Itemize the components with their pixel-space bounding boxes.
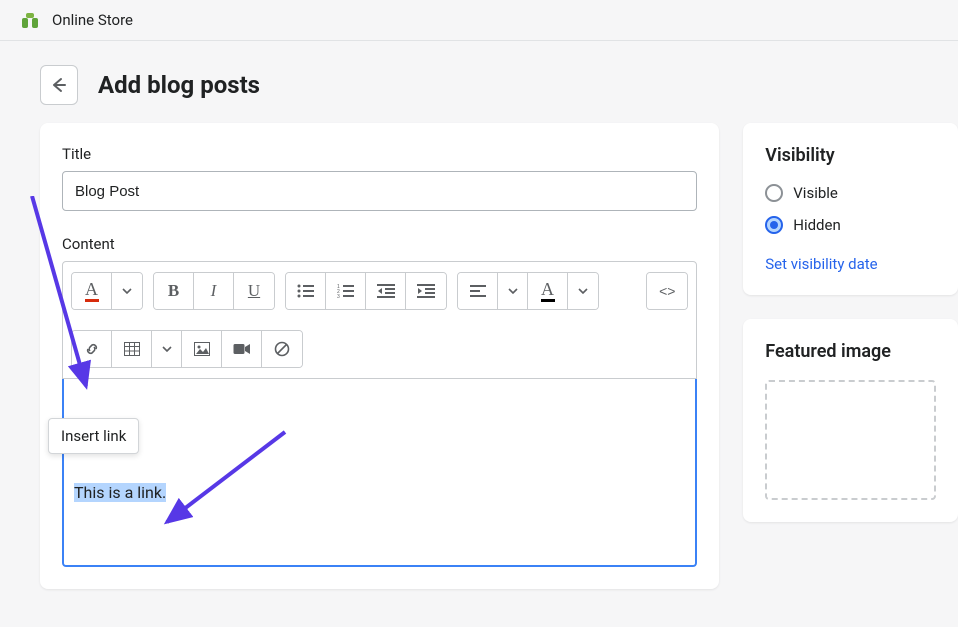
video-button[interactable] [222,331,262,367]
align-dropdown[interactable] [498,273,528,309]
clear-format-button[interactable] [262,331,302,367]
page-layout: Title Content A B I U [0,123,958,589]
featured-image-card: Featured image [743,319,958,522]
radio-icon [765,216,783,234]
outdent-button[interactable] [366,273,406,309]
font-family-dropdown[interactable] [112,273,142,309]
numbered-list-icon: 123 [337,284,355,298]
upload-zone[interactable] [765,380,936,500]
link-icon [83,340,101,358]
content-label: Content [62,235,697,253]
insert-group [71,330,303,368]
chevron-down-icon [508,288,518,294]
bold-button[interactable]: B [154,273,194,309]
code-button[interactable]: <> [647,273,687,309]
image-button[interactable] [182,331,222,367]
image-icon [194,342,210,356]
outdent-icon [377,284,395,298]
app-header-title: Online Store [52,11,133,29]
cancel-icon [274,341,290,357]
insert-link-tooltip: Insert link [48,418,139,454]
editor-content-line: This is a link. [74,483,685,502]
text-color-button[interactable]: A [528,273,568,309]
visibility-option-label: Visible [793,184,838,202]
bullet-list-icon [297,284,315,298]
store-icon [20,10,40,30]
align-left-icon [470,285,486,297]
featured-image-title: Featured image [765,341,936,362]
table-icon [124,342,140,356]
font-style-group: A [71,272,143,310]
text-color-dropdown[interactable] [568,273,598,309]
arrow-left-icon [49,75,69,95]
numbered-list-button[interactable]: 123 [326,273,366,309]
main-card: Title Content A B I U [40,123,719,589]
table-dropdown[interactable] [152,331,182,367]
svg-text:3: 3 [337,294,340,298]
underline-button[interactable]: U [234,273,274,309]
chevron-down-icon [162,346,172,352]
text-format-group: B I U [153,272,275,310]
bullet-list-button[interactable] [286,273,326,309]
chevron-down-icon [578,288,588,294]
page-header: Add blog posts [0,41,958,123]
visibility-option-label: Hidden [793,216,841,234]
text-color-swatch [541,299,555,302]
page-title: Add blog posts [98,71,260,99]
content-section: Content A B I U [62,235,697,567]
align-button[interactable] [458,273,498,309]
list-group: 123 [285,272,447,310]
visibility-title: Visibility [765,145,936,166]
table-button[interactable] [112,331,152,367]
radio-icon [765,184,783,202]
visibility-option-visible[interactable]: Visible [765,184,936,202]
align-color-group: A [457,272,599,310]
insert-link-button[interactable] [72,331,112,367]
set-visibility-date-link[interactable]: Set visibility date [765,255,877,273]
indent-icon [417,284,435,298]
editor-textarea[interactable]: This is a link. [62,379,697,567]
visibility-option-hidden[interactable]: Hidden [765,216,936,234]
title-input[interactable] [62,171,697,211]
indent-button[interactable] [406,273,446,309]
chevron-down-icon [122,288,132,294]
back-button[interactable] [40,65,78,105]
font-family-button[interactable]: A [72,273,112,309]
visibility-card: Visibility Visible Hidden Set visibility… [743,123,958,295]
sidebar: Visibility Visible Hidden Set visibility… [743,123,958,589]
title-label: Title [62,145,697,163]
video-icon [233,342,251,356]
app-header: Online Store [0,0,958,41]
code-group: <> [646,272,688,310]
editor-toolbar: A B I U 123 [62,261,697,379]
italic-button[interactable]: I [194,273,234,309]
font-color-swatch [85,299,99,302]
